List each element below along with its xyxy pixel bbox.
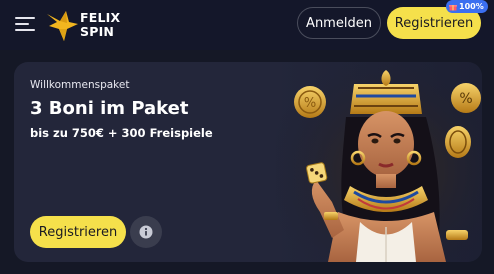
- promo-subline: bis zu 750€ + 300 Freispiele: [30, 126, 213, 140]
- coin-left: %: [294, 86, 326, 118]
- cleopatra-illustration: % %: [276, 62, 482, 262]
- felix-spin-logo[interactable]: FELIX SPIN: [45, 8, 125, 42]
- promo-headline: 3 Boni im Paket: [30, 98, 189, 119]
- info-icon: [139, 225, 153, 239]
- login-button[interactable]: Anmelden: [297, 7, 381, 39]
- promo-kicker: Willkommenspaket: [30, 79, 130, 91]
- svg-text:%: %: [304, 96, 316, 111]
- top-bar: FELIX SPIN Anmelden Registrieren 100%: [0, 0, 494, 50]
- logo-line-1: FELIX: [80, 10, 121, 25]
- logo-wordmark: FELIX SPIN: [80, 11, 126, 39]
- welcome-bonus-card: % % Willkommenspaket 3 Boni im Paket bis…: [14, 62, 482, 262]
- bonus-badge: 100%: [446, 0, 488, 13]
- dice: [306, 162, 328, 184]
- coin-right: %: [451, 83, 481, 113]
- promo-info-button[interactable]: [130, 216, 162, 248]
- fox-logo-icon: [47, 11, 78, 41]
- gift-icon: [449, 4, 457, 10]
- svg-text:%: %: [459, 91, 472, 107]
- logo-line-2: SPIN: [80, 24, 115, 39]
- badge-text: 100%: [459, 2, 484, 11]
- menu-icon[interactable]: [15, 14, 35, 32]
- promo-register-button[interactable]: Registrieren: [30, 216, 126, 248]
